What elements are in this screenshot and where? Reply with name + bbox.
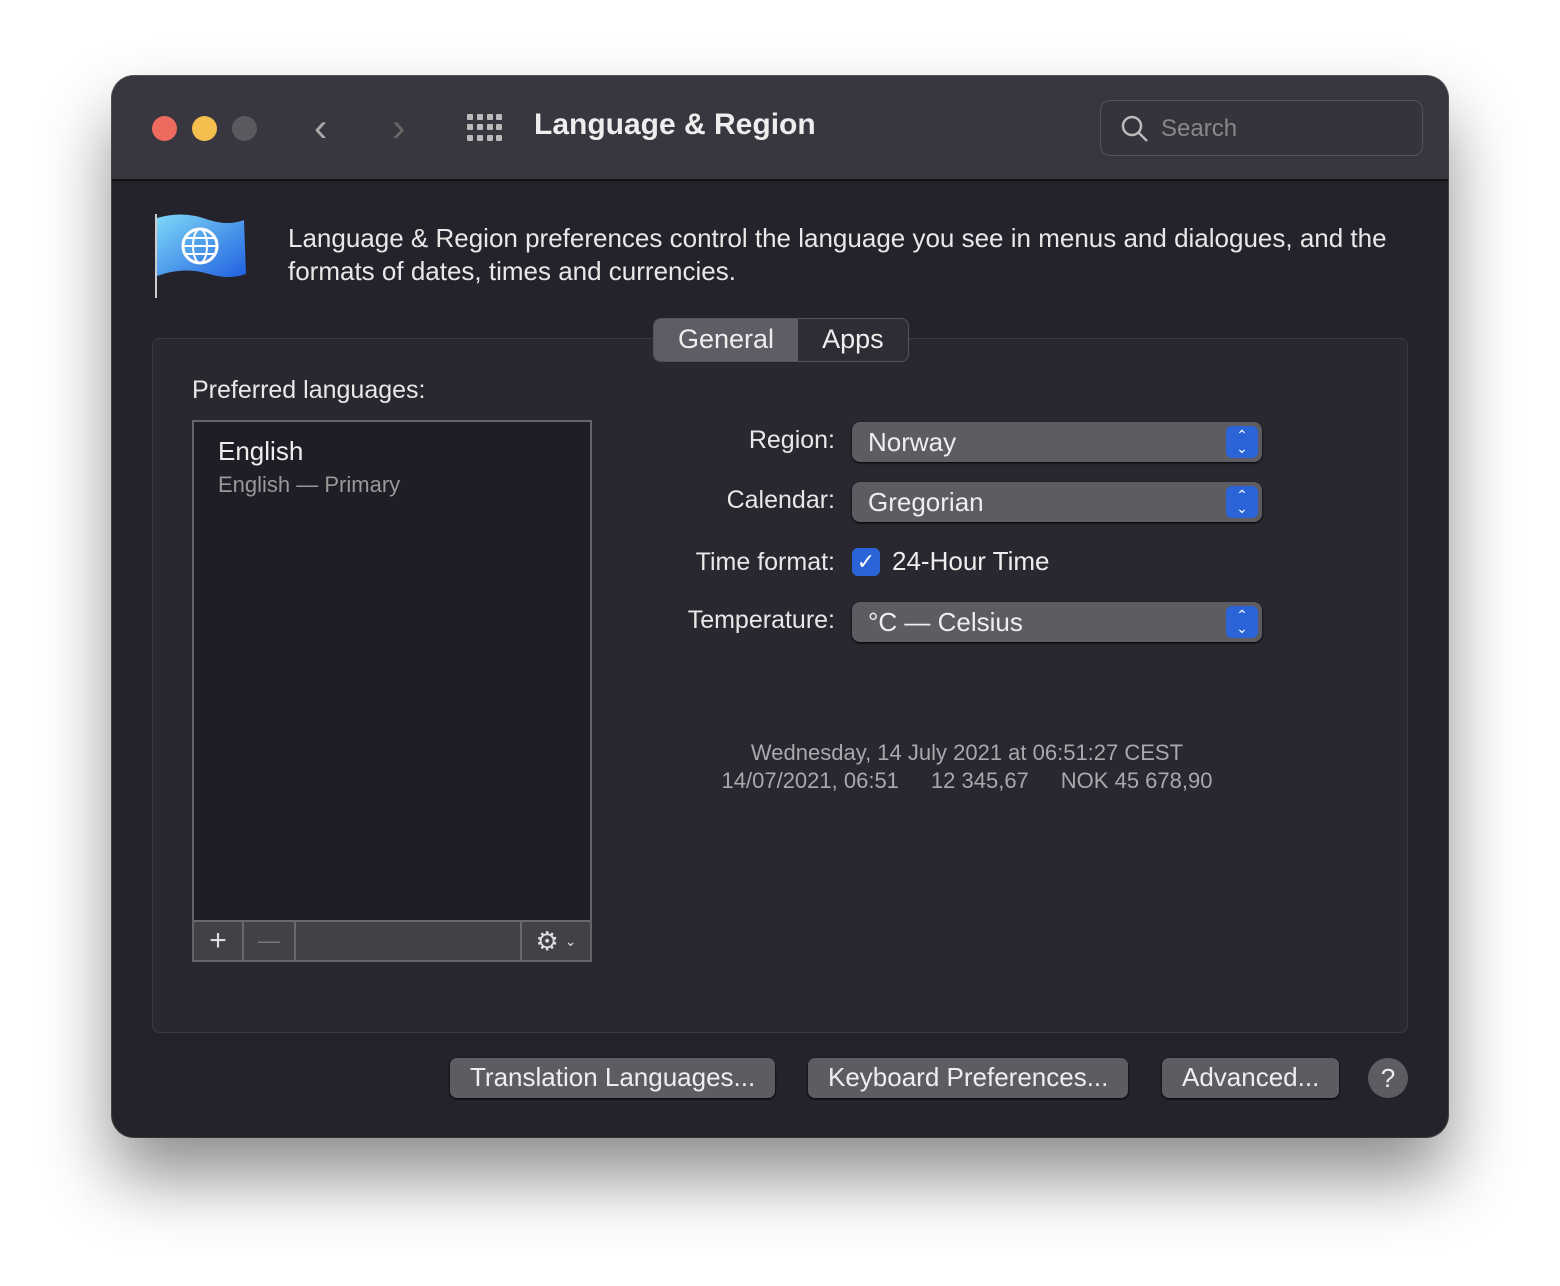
minimize-button[interactable] [192,116,217,141]
region-popup[interactable]: Norway ⌃ ⌄ [852,422,1262,462]
language-detail: English — Primary [218,472,401,497]
sample-formats: 14/07/2021, 06:51 12 345,67 NOK 45 678,9… [672,768,1262,794]
remove-language-button[interactable]: — [244,922,296,960]
gear-menu-button[interactable]: ⚙ ⌄ [522,922,590,960]
24-hour-checkbox[interactable]: ✓ [852,548,880,576]
stepper-icon: ⌃ ⌄ [1226,486,1258,518]
search-placeholder: Search [1161,115,1238,142]
temperature-popup[interactable]: °C — Celsius ⌃ ⌄ [852,602,1262,642]
advanced-button[interactable]: Advanced... [1162,1058,1340,1098]
forward-icon[interactable]: › [392,106,405,151]
sample-date-short: 14/07/2021, 06:51 [721,768,899,793]
tab-general[interactable]: General [654,319,799,361]
temperature-label: Temperature: [687,606,835,634]
add-language-button[interactable]: + [194,922,244,960]
title-bar: ‹ › Language & Region Search [112,76,1448,181]
sample-currency: NOK 45 678,90 [1060,768,1213,793]
back-icon[interactable]: ‹ [314,106,327,151]
show-all-grid-icon[interactable] [467,114,503,142]
zoom-button[interactable] [232,116,257,141]
preferred-languages-label: Preferred languages: [192,376,426,404]
gear-icon: ⚙ [535,925,559,956]
list-toolbar: + — ⚙ ⌄ [194,920,590,960]
description-text: Language & Region preferences control th… [288,223,1387,286]
preferences-window: ‹ › Language & Region Search Language & … [112,76,1448,1137]
stepper-icon: ⌃ ⌄ [1226,426,1258,458]
sample-number: 12 345,67 [930,768,1029,793]
translation-languages-button[interactable]: Translation Languages... [450,1058,776,1098]
temperature-value: °C — Celsius [868,607,1023,637]
tab-apps[interactable]: Apps [798,319,908,361]
chevron-down-icon: ⌄ [564,932,577,949]
help-button[interactable]: ? [1368,1058,1408,1098]
tab-bar: General Apps [653,318,909,362]
keyboard-preferences-button[interactable]: Keyboard Preferences... [808,1058,1129,1098]
search-input[interactable]: Search [1100,100,1423,156]
calendar-value: Gregorian [868,487,984,517]
stepper-icon: ⌃ ⌄ [1226,606,1258,638]
checkmark-icon: ✓ [856,549,876,574]
calendar-label: Calendar: [726,486,835,514]
time-format-label: Time format: [695,548,835,576]
search-icon [1121,115,1148,142]
region-value: Norway [868,427,957,457]
close-button[interactable] [152,116,177,141]
sample-date-long: Wednesday, 14 July 2021 at 06:51:27 CEST [750,740,1184,765]
toolbar-spacer [296,922,522,960]
calendar-popup[interactable]: Gregorian ⌃ ⌄ [852,482,1262,522]
region-label: Region: [748,426,835,454]
language-list[interactable]: English English — Primary + — ⚙ ⌄ [192,420,592,962]
window-title: Language & Region [534,108,816,141]
globe-flag-icon [155,214,246,298]
24-hour-label[interactable]: 24-Hour Time [892,546,1050,577]
language-name[interactable]: English [218,436,303,467]
